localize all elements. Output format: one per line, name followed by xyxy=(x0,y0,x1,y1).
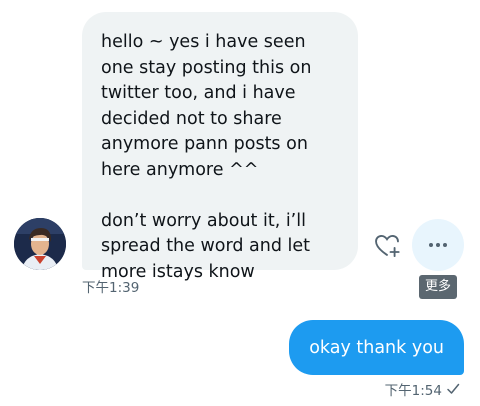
more-tooltip: 更多 xyxy=(419,275,458,299)
outgoing-message-text: okay thank you xyxy=(309,337,444,358)
heart-plus-icon xyxy=(375,234,400,258)
outgoing-message-timestamp: 下午1:54 xyxy=(384,383,442,399)
sender-avatar[interactable] xyxy=(14,218,66,270)
incoming-message-timestamp: 下午1:39 xyxy=(82,280,140,296)
incoming-message-paragraph: hello ~ yes i have seen one stay posting… xyxy=(101,32,312,180)
more-horizontal-icon xyxy=(429,243,447,247)
outgoing-message-meta: 下午1:54 xyxy=(385,379,460,399)
incoming-message-bubble[interactable]: hello ~ yes i have seen one stay posting… xyxy=(82,12,358,282)
more-button[interactable] xyxy=(412,219,464,271)
checkmark-icon xyxy=(447,383,460,394)
add-reaction-button[interactable] xyxy=(370,228,404,262)
outgoing-message-bubble[interactable]: okay thank you xyxy=(289,320,464,375)
incoming-message-paragraph: don’t worry about it, i’ll spread the wo… xyxy=(101,210,311,282)
